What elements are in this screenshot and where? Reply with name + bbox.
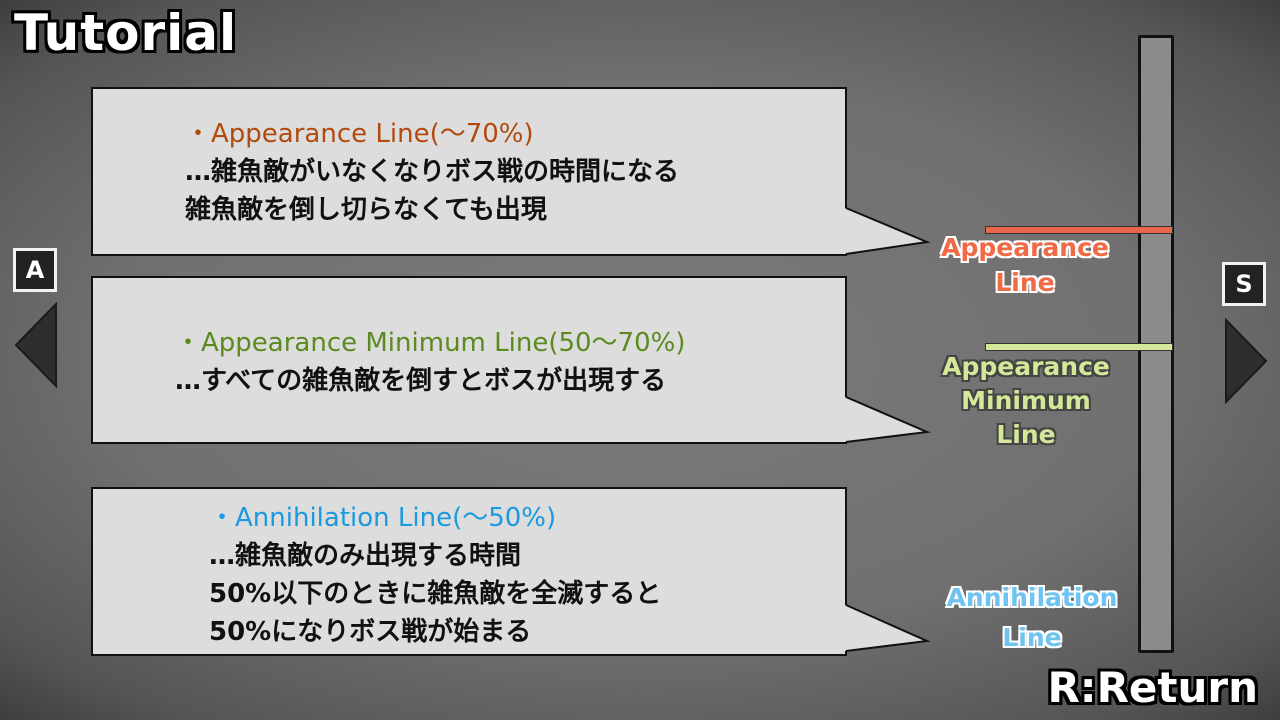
appearance-line-label: Appearance Line	[925, 230, 1125, 300]
annihilation-line-label: Annihilation Line	[932, 578, 1132, 658]
appearance-line-bubble: ・Appearance Line(～70%) …雑魚敵がいなくなりボス戦の時間に…	[91, 87, 847, 256]
bubble-line: 50%になりボス戦が始まる	[209, 617, 532, 647]
bubble-line: …雑魚敵がいなくなりボス戦の時間になる	[185, 157, 680, 187]
page-title: Tutorial	[14, 4, 238, 62]
bubble-text: ・Appearance Minimum Line(50～70%) …すべての雑魚…	[175, 324, 685, 400]
label-line: Annihilation	[946, 583, 1118, 612]
bubble-heading: ・Appearance Minimum Line(50～70%)	[175, 328, 686, 358]
label-line: Appearance	[941, 233, 1109, 262]
bubble-text: ・Annihilation Line(～50%) …雑魚敵のみ出現する時間 50…	[209, 499, 661, 651]
return-hint[interactable]: R:Return	[1047, 663, 1258, 712]
bubble-tail	[845, 604, 931, 652]
annihilation-line-bubble: ・Annihilation Line(～50%) …雑魚敵のみ出現する時間 50…	[91, 487, 847, 656]
label-line: Minimum	[961, 386, 1091, 415]
bubble-tail	[845, 396, 931, 443]
appearance-minimum-line-bubble: ・Appearance Minimum Line(50～70%) …すべての雑魚…	[91, 276, 847, 444]
bubble-line: …雑魚敵のみ出現する時間	[209, 541, 522, 571]
bubble-line: 雑魚敵を倒し切らなくても出現	[185, 195, 547, 225]
label-line: Line	[995, 268, 1055, 297]
bubble-heading: ・Appearance Line(～70%)	[185, 119, 534, 149]
label-line: Appearance	[942, 352, 1110, 381]
next-page-arrow-icon[interactable]	[1224, 318, 1268, 404]
appearance-minimum-line-label: Appearance Minimum Line	[926, 350, 1126, 452]
label-line: Line	[1002, 623, 1062, 652]
previous-page-arrow-icon[interactable]	[14, 302, 58, 388]
bubble-line: …すべての雑魚敵を倒すとボスが出現する	[175, 366, 667, 396]
key-s-badge: S	[1222, 262, 1266, 306]
bubble-line: 50%以下のときに雑魚敵を全滅すると	[209, 579, 662, 609]
bubble-heading: ・Annihilation Line(～50%)	[209, 503, 557, 533]
key-a-badge: A	[13, 248, 57, 292]
bubble-text: ・Appearance Line(～70%) …雑魚敵がいなくなりボス戦の時間に…	[185, 115, 679, 229]
bubble-tail	[845, 207, 931, 255]
label-line: Line	[996, 420, 1056, 449]
